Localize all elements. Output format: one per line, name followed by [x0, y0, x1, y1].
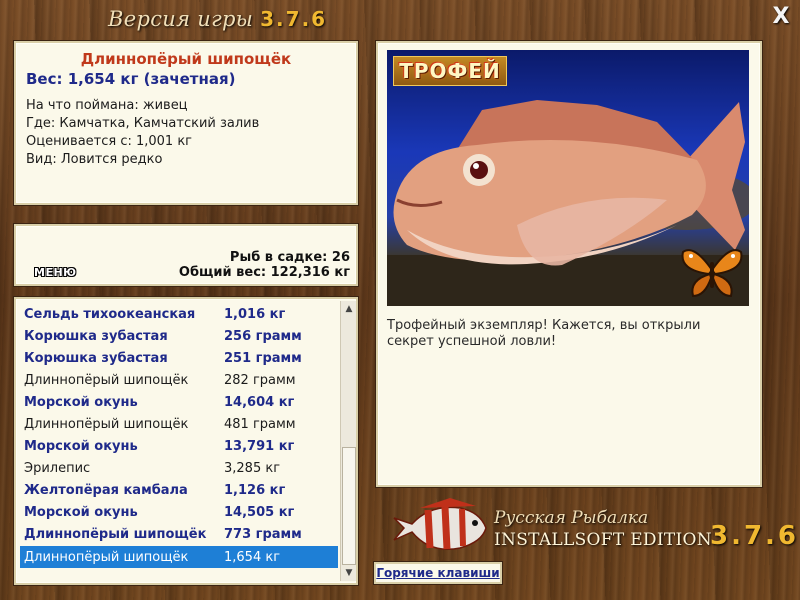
game-version-title: Версия игры 3.7.6	[108, 7, 327, 31]
list-item[interactable]: Длиннопёрый шипощёк 773 грамм	[20, 524, 338, 546]
trophy-panel: ТРОФЕЙ Трофейный экземпляр! Кажется, вы …	[376, 41, 762, 487]
scroll-up-icon[interactable]: ▲	[341, 301, 356, 317]
fish-logo-icon	[393, 498, 487, 550]
species-info: Вид: Ловится редко	[26, 152, 163, 167]
fish-info-panel: Длиннопёрый шипощёк Вес: 1,654 кг (зачет…	[14, 41, 358, 205]
close-icon[interactable]: X	[770, 6, 792, 28]
list-item-weight: 251 грамм	[224, 350, 302, 366]
list-item-name: Морской окунь	[24, 394, 138, 410]
list-item[interactable]: Морской окунь 13,791 кг	[20, 436, 338, 458]
list-item-weight: 1,654 кг	[224, 549, 281, 565]
logo-title: Русская Рыбалка	[494, 508, 649, 528]
list-item-weight: 1,126 кг	[224, 483, 286, 499]
list-item[interactable]: Длиннопёрый шипощёк 282 грамм	[20, 369, 338, 391]
list-item-weight: 14,604 кг	[224, 394, 295, 410]
list-item[interactable]: Корюшка зубастая 256 грамм	[20, 325, 338, 347]
fish-weight: Вес: 1,654 кг (зачетная)	[26, 70, 236, 88]
list-item-name: Длиннопёрый шипощёк	[24, 417, 189, 433]
list-item[interactable]: Длиннопёрый шипощёк 481 грамм	[20, 413, 338, 435]
list-item-name: Сельдь тихоокеанская	[24, 306, 196, 322]
fish-name: Длиннопёрый шипощёк	[80, 50, 292, 68]
list-item-name: Желтопёрая камбала	[24, 483, 188, 499]
trophy-description: Трофейный экземпляр! Кажется, вы открыли…	[387, 318, 701, 349]
list-item-name: Эрилепис	[24, 461, 91, 477]
scroll-down-icon[interactable]: ▼	[341, 565, 356, 581]
list-item-weight: 13,791 кг	[224, 439, 295, 455]
butterfly-icon	[681, 249, 743, 298]
catch-list: Сельдь тихоокеанская 1,016 кг Корюшка зуба…	[20, 303, 338, 569]
list-item[interactable]: Морской окунь 14,505 кг	[20, 502, 338, 524]
list-item-weight: 282 грамм	[224, 372, 296, 388]
list-item[interactable]: Эрилепис 3,285 кг	[20, 458, 338, 480]
list-item[interactable]: Сельдь тихоокеанская 1,016 кг	[20, 303, 338, 325]
scroll-thumb[interactable]	[342, 447, 356, 565]
total-weight: Общий вес: 122,316 кг	[178, 265, 350, 280]
fish-count: Рыб в садке: 26	[229, 250, 350, 265]
list-item-weight: 773 грамм	[224, 527, 302, 543]
logo-version: 3.7.6	[710, 521, 800, 551]
trophy-badge: ТРОФЕЙ	[393, 56, 507, 86]
list-item-name: Морской окунь	[24, 505, 138, 521]
hotkeys-button[interactable]: Горячие клавиши	[374, 562, 502, 584]
stats-panel: МЕНЮ Рыб в садке: 26 Общий вес: 122,316 …	[14, 224, 358, 286]
list-item-name: Длиннопёрый шипощёк	[24, 527, 207, 543]
list-item[interactable]: Корюшка зубастая 251 грамм	[20, 347, 338, 369]
menu-button[interactable]: МЕНЮ	[34, 266, 77, 279]
rating-info: Оценивается с: 1,001 кг	[26, 134, 193, 149]
list-item-name: Длиннопёрый шипощёк	[24, 549, 189, 565]
list-scrollbar[interactable]: ▲ ▼	[340, 301, 356, 581]
list-item-weight: 14,505 кг	[224, 505, 295, 521]
list-item[interactable]: Длиннопёрый шипощёк 1,654 кг	[20, 546, 338, 569]
title-prefix: Версия игры	[108, 7, 254, 31]
catch-list-panel: Сельдь тихоокеанская 1,016 кг Корюшка зуба…	[14, 297, 358, 585]
location-info: Где: Камчатка, Камчатский залив	[26, 116, 260, 131]
bait-info: На что поймана: живец	[26, 98, 188, 113]
title-bar: Версия игры 3.7.6 X	[0, 0, 800, 36]
list-item[interactable]: Желтопёрая камбала 1,126 кг	[20, 480, 338, 502]
list-item[interactable]: Морской окунь 14,604 кг	[20, 391, 338, 413]
list-item-weight: 1,016 кг	[224, 306, 286, 322]
list-item-weight: 3,285 кг	[224, 461, 281, 477]
logo-edition: INSTALLSOFT EDITION	[494, 530, 712, 550]
list-item-name: Морской окунь	[24, 439, 138, 455]
list-item-name: Корюшка зубастая	[24, 328, 168, 344]
list-item-name: Длиннопёрый шипощёк	[24, 372, 189, 388]
list-item-name: Корюшка зубастая	[24, 350, 168, 366]
list-item-weight: 481 грамм	[224, 417, 296, 433]
keepnet-stats: Рыб в садке: 26 Общий вес: 122,316 кг	[179, 250, 350, 280]
list-item-weight: 256 грамм	[224, 328, 302, 344]
title-version: 3.7.6	[260, 7, 328, 31]
fish-photo: ТРОФЕЙ	[387, 50, 749, 306]
